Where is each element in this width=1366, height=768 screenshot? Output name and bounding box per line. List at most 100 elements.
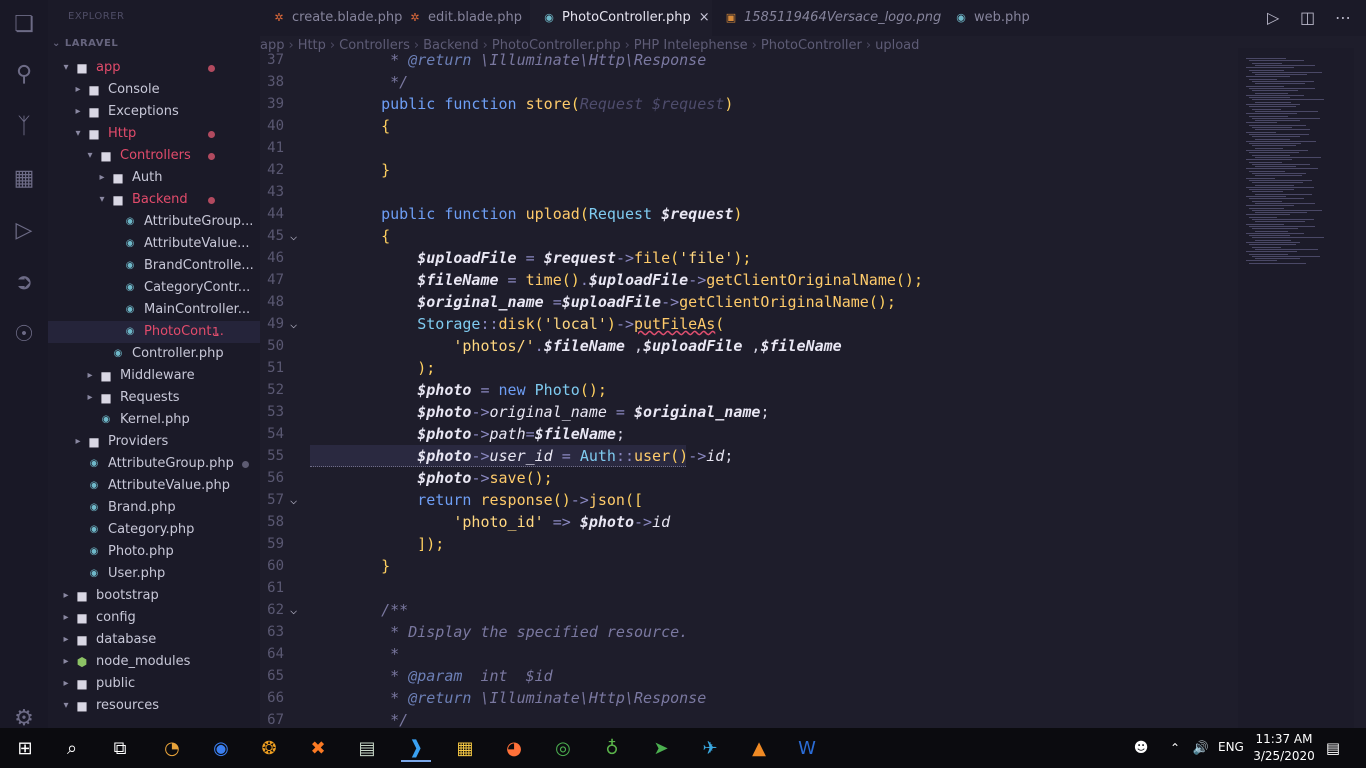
code-line[interactable]: 62 ⌵ /** (260, 599, 1238, 621)
vscode-icon[interactable]: ❱ (401, 734, 431, 762)
code-line[interactable]: 40 { (260, 115, 1238, 137)
code-line[interactable]: 37 * @return \Illuminate\Http\Response (260, 49, 1238, 71)
split-editor-icon[interactable]: ◫ (1300, 8, 1315, 27)
firefox-icon[interactable]: ◕ (499, 734, 529, 762)
search-icon[interactable]: ⌕ (57, 734, 87, 762)
extensions-icon[interactable]: ▦ (8, 162, 40, 194)
fold-chevron-icon[interactable]: ⌵ (290, 599, 297, 621)
tree-item[interactable]: ◉ AttributeGroup.php (48, 453, 260, 475)
tree-item[interactable]: ◉ User.php (48, 563, 260, 585)
tree-item[interactable]: ▾ ■ app (48, 57, 260, 79)
sandbox-icon[interactable]: ❂ (254, 734, 284, 762)
tree-item[interactable]: ◉ Controller.php (48, 343, 260, 365)
vlc-icon[interactable]: ▲ (744, 734, 774, 762)
tree-item[interactable]: ◉ AttributeGroup... (48, 211, 260, 233)
code-line[interactable]: 61 (260, 577, 1238, 599)
project-name[interactable]: ⌄ LARAVEL (52, 38, 118, 49)
code-line[interactable]: 58 'photo_id' => $photo->id (260, 511, 1238, 533)
xampp-icon[interactable]: ✖ (303, 734, 333, 762)
code-line[interactable]: 47 $fileName = time().$uploadFile->getCl… (260, 269, 1238, 291)
network-globe-icon[interactable]: ♁ (597, 734, 627, 762)
send-icon[interactable]: ➤ (646, 734, 676, 762)
windows-start-icon[interactable]: ⊞ (10, 734, 40, 762)
code-line[interactable]: 39 public function store(Request $reques… (260, 93, 1238, 115)
tree-item[interactable]: ◉ AttributeValue.php (48, 475, 260, 497)
tree-item[interactable]: ▸ ⬢ node_modules (48, 651, 260, 673)
chrome-icon[interactable]: ◎ (548, 734, 578, 762)
code-line[interactable]: 42 } (260, 159, 1238, 181)
task-view-icon[interactable]: ⧉ (105, 734, 135, 762)
minimap[interactable] (1238, 48, 1354, 728)
input-language[interactable]: ENG (1218, 740, 1244, 754)
more-actions-icon[interactable]: ⋯ (1335, 8, 1351, 27)
code-line[interactable]: 67 */ (260, 709, 1238, 728)
tree-item[interactable]: ▸ ■ Exceptions (48, 101, 260, 123)
code-line[interactable]: 50 'photos/'.$fileName ,$uploadFile ,$fi… (260, 335, 1238, 357)
tree-item[interactable]: ◉ BrandControlle... (48, 255, 260, 277)
volume-icon[interactable]: 🔊 (1186, 734, 1216, 762)
tree-item[interactable]: ▸ ■ Auth (48, 167, 260, 189)
code-line[interactable]: 54 $photo->path=$fileName; (260, 423, 1238, 445)
code-line[interactable]: 60 } (260, 555, 1238, 577)
tree-item[interactable]: ▾ ■ Controllers (48, 145, 260, 167)
live-share-icon[interactable]: ➲ (8, 266, 40, 298)
chrome-canary-icon[interactable]: ◔ (157, 734, 187, 762)
tree-item[interactable]: ▸ ■ bootstrap (48, 585, 260, 607)
code-line[interactable]: 51 ); (260, 357, 1238, 379)
code-line[interactable]: 44 public function upload(Request $reque… (260, 203, 1238, 225)
source-control-icon[interactable]: ᛉ (8, 110, 40, 142)
terminal-icon[interactable]: ▤ (352, 734, 382, 762)
tree-item[interactable]: ◉ MainController... (48, 299, 260, 321)
explorer-icon[interactable]: ❏ (8, 8, 40, 40)
people-icon[interactable]: ☻ (1126, 734, 1156, 762)
code-line[interactable]: 59 ]); (260, 533, 1238, 555)
tree-item[interactable]: ▾ ■ Backend (48, 189, 260, 211)
tree-item[interactable]: ◉ Kernel.php (48, 409, 260, 431)
code-line[interactable]: 52 $photo = new Photo(); (260, 379, 1238, 401)
code-line[interactable]: 48 $original_name =$uploadFile->getClien… (260, 291, 1238, 313)
editor-tab[interactable]: ◉ web.php (942, 0, 1042, 36)
code-line[interactable]: 56 $photo->save(); (260, 467, 1238, 489)
code-line[interactable]: 63 * Display the specified resource. (260, 621, 1238, 643)
code-line[interactable]: 65 * @param int $id (260, 665, 1238, 687)
gitlens-icon[interactable]: ☉ (8, 318, 40, 350)
code-line[interactable]: 57 ⌵ return response()->json([ (260, 489, 1238, 511)
telegram-icon[interactable]: ✈ (695, 734, 725, 762)
close-icon[interactable]: × (699, 10, 710, 25)
tree-item[interactable]: ◉ AttributeValue... (48, 233, 260, 255)
code-line[interactable]: 45 ⌵ { (260, 225, 1238, 247)
tree-item[interactable]: ▾ ■ resources (48, 695, 260, 717)
search-icon[interactable]: ⚲ (8, 58, 40, 90)
fold-chevron-icon[interactable]: ⌵ (290, 313, 297, 335)
tree-item[interactable]: ▸ ■ Middleware (48, 365, 260, 387)
fold-chevron-icon[interactable]: ⌵ (290, 489, 297, 511)
code-line[interactable]: 53 $photo->original_name = $original_nam… (260, 401, 1238, 423)
tree-item[interactable]: ◉ Photo.php (48, 541, 260, 563)
editor-tab[interactable]: ▣ 1585119464Versace_logo.png (712, 0, 942, 36)
code-line[interactable]: 64 * (260, 643, 1238, 665)
run-icon[interactable]: ▷ (1267, 8, 1279, 27)
code-line[interactable]: 49 ⌵ Storage::disk('local')->putFileAs( (260, 313, 1238, 335)
editor-tab[interactable]: ✲ create.blade.php (260, 0, 402, 36)
code-editor[interactable]: 37 * @return \Illuminate\Http\Response 38… (260, 48, 1238, 728)
tree-item[interactable]: ▸ ■ config (48, 607, 260, 629)
editor-scrollbar[interactable] (1354, 48, 1366, 728)
tree-item[interactable]: ◉ CategoryContr... (48, 277, 260, 299)
tree-item[interactable]: ▸ ■ Providers (48, 431, 260, 453)
tree-item[interactable]: ◉ Brand.php (48, 497, 260, 519)
firefox-developer-icon[interactable]: ◉ (206, 734, 236, 762)
tree-item[interactable]: ▾ ■ Http (48, 123, 260, 145)
tree-item[interactable]: ▸ ■ Requests (48, 387, 260, 409)
tree-item[interactable]: ◉ Category.php (48, 519, 260, 541)
code-line[interactable]: 46 $uploadFile = $request->file('file'); (260, 247, 1238, 269)
editor-tab[interactable]: ◉ PhotoController.php × (530, 0, 712, 36)
tree-item[interactable]: ▸ ■ Console (48, 79, 260, 101)
tree-item[interactable]: ▸ ■ public (48, 673, 260, 695)
run-debug-icon[interactable]: ▷ (8, 214, 40, 246)
clock[interactable]: 11:37 AM 3/25/2020 (1250, 731, 1318, 765)
notifications-icon[interactable]: ▤ (1318, 734, 1348, 762)
tree-item[interactable]: ◉ PhotoCont... 1 (48, 321, 260, 343)
code-line[interactable]: 43 (260, 181, 1238, 203)
tree-item[interactable]: ▸ ■ database (48, 629, 260, 651)
code-line[interactable]: 66 * @return \Illuminate\Http\Response (260, 687, 1238, 709)
